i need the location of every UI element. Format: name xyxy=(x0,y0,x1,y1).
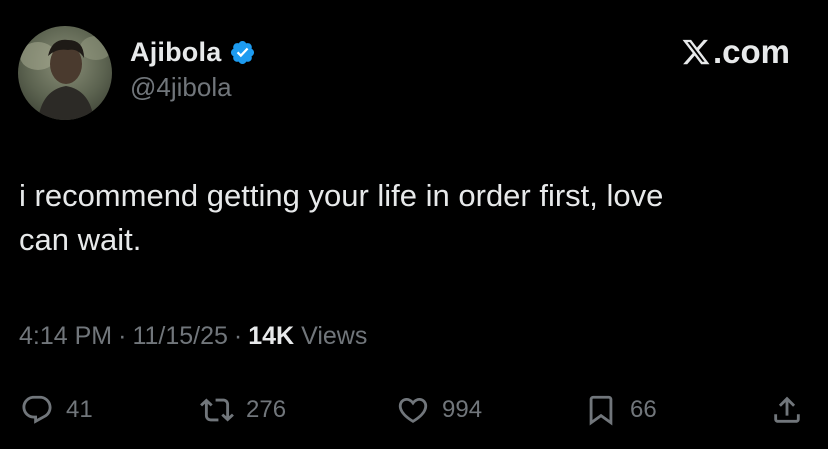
reply-count: 41 xyxy=(66,396,93,423)
tweet-text: i recommend getting your life in order f… xyxy=(19,178,664,257)
bookmark-icon xyxy=(584,393,618,427)
share-button[interactable] xyxy=(770,388,804,432)
like-count: 994 xyxy=(442,396,483,423)
user-handle[interactable]: @4jibola xyxy=(130,72,256,103)
reply-button[interactable]: 41 xyxy=(20,388,93,432)
meta-separator: · xyxy=(118,322,127,350)
x-logo-icon xyxy=(681,37,711,67)
repost-count: 276 xyxy=(246,396,287,423)
repost-icon xyxy=(200,393,234,427)
share-icon xyxy=(770,393,804,427)
avatar-photo xyxy=(18,26,112,120)
bookmark-count: 66 xyxy=(630,396,657,423)
tweet-time[interactable]: 4:14 PM xyxy=(19,322,112,351)
avatar[interactable] xyxy=(18,26,112,120)
verified-badge-icon xyxy=(229,39,256,66)
like-button[interactable]: 994 xyxy=(396,388,482,432)
tweet-date[interactable]: 11/15/25 xyxy=(132,322,227,351)
heart-icon xyxy=(396,393,430,427)
name-row: Ajibola xyxy=(130,34,256,70)
tweet-card: Ajibola @4jibola .com i recommend gettin… xyxy=(0,0,828,449)
meta-separator: · xyxy=(233,322,243,350)
repost-button[interactable]: 276 xyxy=(200,388,286,432)
views-count: 14K xyxy=(248,322,295,350)
author-info: Ajibola @4jibola xyxy=(130,34,256,103)
bookmark-button[interactable]: 66 xyxy=(584,388,657,432)
action-bar: 41 276 994 66 xyxy=(0,388,828,432)
tweet-meta: 4:14 PM · 11/15/25 · 14K Views xyxy=(19,322,367,351)
display-name[interactable]: Ajibola xyxy=(130,37,221,68)
brand-label: .com xyxy=(712,33,790,70)
reply-icon xyxy=(20,393,54,427)
brand-logo: .com xyxy=(681,30,790,74)
views-label: Views xyxy=(301,322,368,350)
